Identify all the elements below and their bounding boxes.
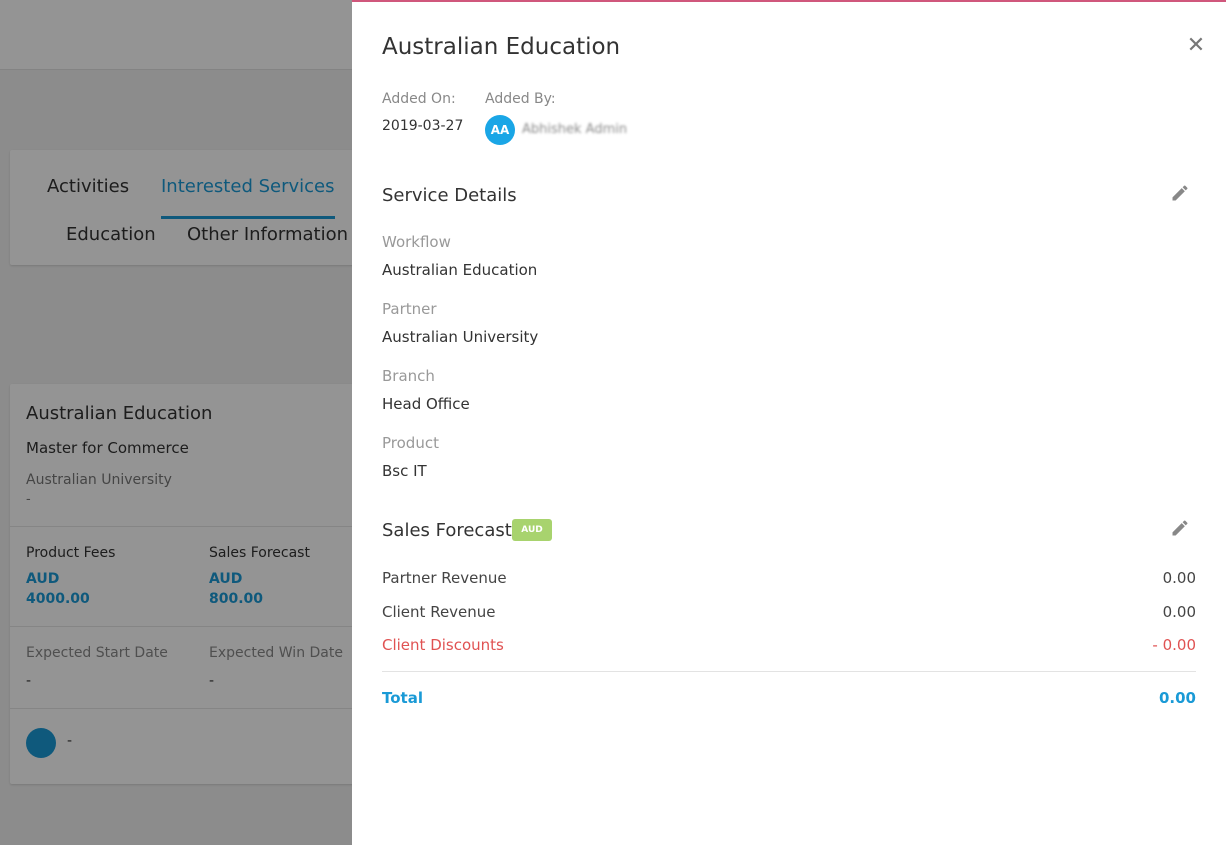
added-by-avatar: AA — [485, 115, 515, 145]
close-icon[interactable]: ✕ — [1184, 34, 1208, 58]
partner-revenue-value: 0.00 — [1162, 569, 1196, 587]
edit-service-details-icon[interactable] — [1170, 183, 1190, 203]
workflow-value: Australian Education — [382, 261, 538, 279]
added-on-label: Added On: — [382, 91, 456, 107]
client-discounts-value: - 0.00 — [1152, 636, 1196, 654]
partner-label: Partner — [382, 300, 437, 318]
divider — [382, 671, 1196, 672]
total-value: 0.00 — [1158, 689, 1196, 707]
added-by-name: Abhishek Admin — [522, 122, 628, 137]
client-revenue-label: Client Revenue — [382, 603, 496, 621]
branch-label: Branch — [382, 367, 435, 385]
partner-revenue-label: Partner Revenue — [382, 569, 507, 587]
service-detail-drawer: Australian Education ✕ Added On: 2019-03… — [352, 0, 1226, 845]
service-details-title: Service Details — [382, 185, 517, 206]
added-by-label: Added By: — [485, 91, 556, 107]
added-on-value: 2019-03-27 — [382, 118, 464, 134]
workflow-label: Workflow — [382, 233, 451, 251]
product-label: Product — [382, 434, 439, 452]
partner-value: Australian University — [382, 328, 539, 346]
sales-forecast-title: Sales Forecast — [382, 520, 512, 541]
client-revenue-value: 0.00 — [1162, 603, 1196, 621]
drawer-title: Australian Education — [382, 34, 621, 60]
branch-value: Head Office — [382, 395, 470, 413]
edit-sales-forecast-icon[interactable] — [1170, 518, 1190, 538]
product-value: Bsc IT — [382, 462, 427, 480]
total-label: Total — [382, 689, 423, 707]
client-discounts-label: Client Discounts — [382, 636, 504, 654]
currency-badge: AUD — [512, 519, 552, 541]
